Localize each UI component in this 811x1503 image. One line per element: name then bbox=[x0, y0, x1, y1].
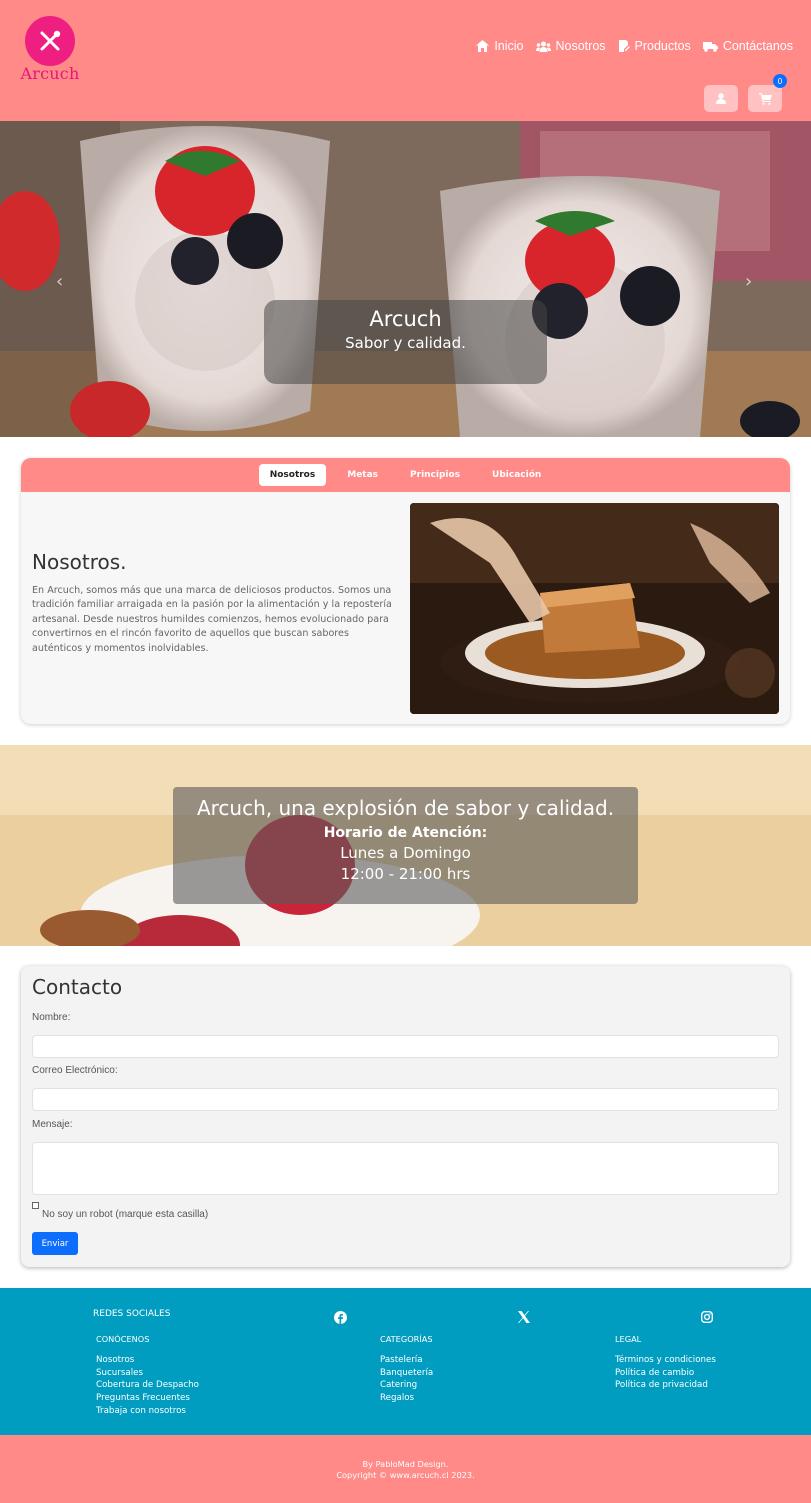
hero-carousel: ‹ › Arcuch Sabor y calidad. bbox=[0, 121, 811, 437]
cart-icon bbox=[758, 92, 772, 105]
footer-link[interactable]: Regalos bbox=[380, 1392, 433, 1405]
footer-column-title: CONÓCENOS bbox=[96, 1334, 150, 1344]
carousel-next-button[interactable]: › bbox=[745, 271, 752, 292]
carousel-prev-button[interactable]: ‹ bbox=[56, 271, 63, 292]
about-title: Nosotros. bbox=[32, 550, 127, 574]
menu-edit-icon bbox=[618, 40, 630, 52]
dessert-image bbox=[410, 503, 779, 714]
footer-column-title: CATEGORÍAS bbox=[380, 1334, 433, 1344]
footer-column-categorias: CATEGORÍAS Pastelería Banquetería Cateri… bbox=[380, 1334, 433, 1405]
tab-principios[interactable]: Principios bbox=[399, 464, 471, 486]
hero-image bbox=[0, 121, 811, 437]
footer-column-legal: LEGAL Términos y condiciones Política de… bbox=[615, 1334, 716, 1392]
nav-contactanos[interactable]: Contáctanos bbox=[702, 39, 793, 53]
tab-metas[interactable]: Metas bbox=[336, 464, 389, 486]
hero-caption: Arcuch Sabor y calidad. bbox=[264, 300, 547, 384]
main-nav: Inicio Nosotros Productos Contáctanos bbox=[476, 39, 793, 53]
footer-link[interactable]: Catering bbox=[380, 1379, 433, 1392]
truck-icon bbox=[702, 41, 718, 52]
user-button[interactable] bbox=[704, 85, 738, 112]
hero-subtitle: Sabor y calidad. bbox=[345, 334, 466, 352]
cart-count-badge: 0 bbox=[773, 74, 787, 88]
home-icon bbox=[476, 40, 490, 52]
footer: REDES SOCIALES CONÓCENOS Nosotros Sucurs… bbox=[0, 1288, 811, 1435]
nav-inicio[interactable]: Inicio bbox=[476, 39, 524, 53]
robot-checkbox[interactable] bbox=[32, 1202, 39, 1209]
contact-title: Contacto bbox=[32, 975, 123, 999]
bottom-bar: By PabloMad Design. Copyright © www.arcu… bbox=[0, 1435, 811, 1503]
footer-link[interactable]: Sucursales bbox=[96, 1367, 199, 1380]
instagram-icon[interactable] bbox=[701, 1311, 713, 1323]
footer-column-conocenos: CONÓCENOS Nosotros Sucursales Cobertura … bbox=[96, 1334, 199, 1418]
logo-text: Arcuch bbox=[20, 64, 80, 83]
footer-link[interactable]: Pastelería bbox=[380, 1354, 433, 1367]
email-field[interactable] bbox=[32, 1088, 779, 1111]
cart-button[interactable] bbox=[748, 85, 782, 112]
user-icon bbox=[716, 93, 726, 104]
x-icon[interactable] bbox=[518, 1311, 530, 1323]
tab-nosotros[interactable]: Nosotros bbox=[258, 464, 327, 486]
hours-title: Horario de Atención: bbox=[323, 825, 488, 841]
nav-label: Productos bbox=[634, 39, 691, 53]
tab-ubicacion[interactable]: Ubicación bbox=[481, 464, 552, 486]
social-title: REDES SOCIALES bbox=[93, 1309, 171, 1319]
send-button[interactable]: Enviar bbox=[32, 1232, 78, 1255]
robot-label: No soy un robot (marque esta casilla) bbox=[42, 1209, 209, 1220]
fork-knife-icon bbox=[25, 16, 75, 66]
footer-link[interactable]: Nosotros bbox=[96, 1354, 199, 1367]
footer-link[interactable]: Cobertura de Despacho bbox=[96, 1379, 199, 1392]
footer-column-title: LEGAL bbox=[615, 1334, 642, 1344]
message-field[interactable] bbox=[32, 1142, 779, 1195]
nav-label: Inicio bbox=[494, 39, 524, 53]
footer-link[interactable]: Términos y condiciones bbox=[615, 1354, 716, 1367]
hours-time: 12:00 - 21:00 hrs bbox=[340, 865, 471, 883]
hours-banner: Arcuch, una explosión de sabor y calidad… bbox=[0, 745, 811, 946]
hours-box: Arcuch, una explosión de sabor y calidad… bbox=[173, 787, 638, 904]
footer-link[interactable]: Trabaja con nosotros bbox=[96, 1405, 199, 1418]
nav-label: Nosotros bbox=[555, 39, 606, 53]
hero-title: Arcuch bbox=[369, 307, 442, 331]
copyright-text: Copyright © www.arcuch.cl 2023. bbox=[336, 1470, 475, 1480]
hours-days: Lunes a Domingo bbox=[340, 844, 471, 862]
site-header: Arcuch Inicio Nosotros Productos Contáct… bbox=[0, 0, 811, 121]
footer-link[interactable]: Política de cambio bbox=[615, 1367, 716, 1380]
users-icon bbox=[535, 41, 551, 52]
about-text: En Arcuch, somos más que una marca de de… bbox=[32, 585, 392, 654]
footer-link[interactable]: Banquetería bbox=[380, 1367, 433, 1380]
name-label: Nombre: bbox=[32, 1012, 71, 1023]
about-tab-card: Nosotros Metas Principios Ubicación Noso… bbox=[21, 458, 790, 724]
message-label: Mensaje: bbox=[32, 1119, 73, 1130]
facebook-icon[interactable] bbox=[334, 1311, 347, 1324]
credit-text: By PabloMad Design. bbox=[362, 1459, 449, 1469]
banner-headline: Arcuch, una explosión de sabor y calidad… bbox=[196, 796, 615, 820]
name-field[interactable] bbox=[32, 1035, 779, 1058]
email-label: Correo Electrónico: bbox=[32, 1065, 118, 1076]
contact-form: Contacto Nombre: Correo Electrónico: Men… bbox=[21, 966, 790, 1267]
nav-label: Contáctanos bbox=[722, 39, 793, 53]
logo[interactable]: Arcuch bbox=[18, 14, 82, 84]
footer-link[interactable]: Preguntas Frecuentes bbox=[96, 1392, 199, 1405]
footer-link[interactable]: Política de privacidad bbox=[615, 1379, 716, 1392]
tab-bar: Nosotros Metas Principios Ubicación bbox=[21, 458, 790, 492]
nav-nosotros[interactable]: Nosotros bbox=[535, 39, 606, 53]
nav-productos[interactable]: Productos bbox=[618, 39, 691, 53]
